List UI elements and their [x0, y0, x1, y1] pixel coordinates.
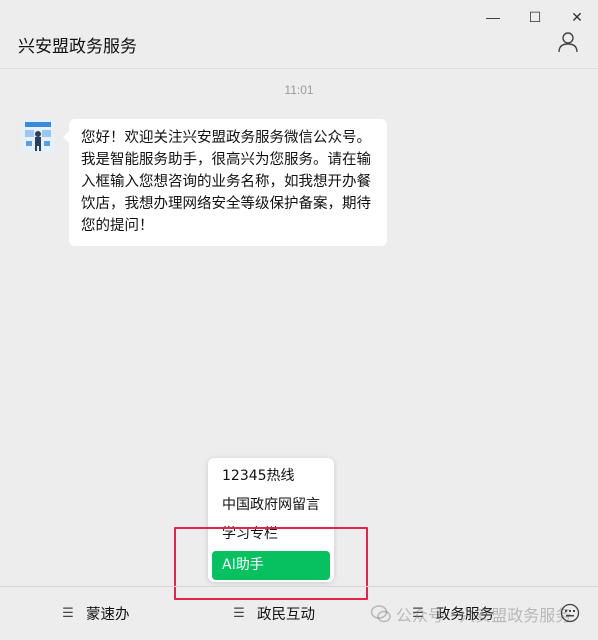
chat-title: 兴安盟政务服务 — [18, 37, 137, 57]
minimize-icon: — — [486, 9, 500, 25]
close-icon: ✕ — [571, 8, 583, 25]
message-bubble[interactable]: 您好！欢迎关注兴安盟政务服务微信公众号。我是智能服务助手，很高兴为您服务。请在输… — [63, 119, 387, 246]
maximize-icon: ☐ — [528, 8, 542, 25]
profile-button[interactable] — [556, 30, 580, 54]
person-icon — [558, 32, 578, 53]
menu-item-label: 蒙速办 — [86, 607, 130, 623]
submenu-item-gov-message[interactable]: 中国政府网留言 — [212, 491, 330, 520]
keyboard-button[interactable] — [560, 603, 580, 623]
keyboard-icon — [560, 603, 580, 623]
submenu-item-hotline[interactable]: 12345热线 — [212, 462, 330, 491]
menu-lines-icon: ☰ — [412, 606, 424, 621]
menu-item-mengsuban[interactable]: ☰ 蒙速办 — [62, 587, 130, 640]
menu-item-interaction[interactable]: ☰ 政民互动 — [233, 587, 315, 640]
menu-lines-icon: ☰ — [62, 606, 74, 621]
menu-item-label: 政务服务 — [436, 607, 494, 623]
chat-header: 兴安盟政务服务 — [0, 28, 598, 68]
bottom-menu-bar: ☰ 蒙速办 ☰ 政民互动 ☰ 政务服务 — [0, 587, 598, 640]
message-timestamp: 11:01 — [284, 83, 314, 97]
menu-item-gov-service[interactable]: ☰ 政务服务 — [412, 587, 494, 640]
account-avatar[interactable] — [21, 119, 55, 153]
menu-lines-icon: ☰ — [233, 606, 245, 621]
menu-item-label: 政民互动 — [257, 607, 315, 623]
